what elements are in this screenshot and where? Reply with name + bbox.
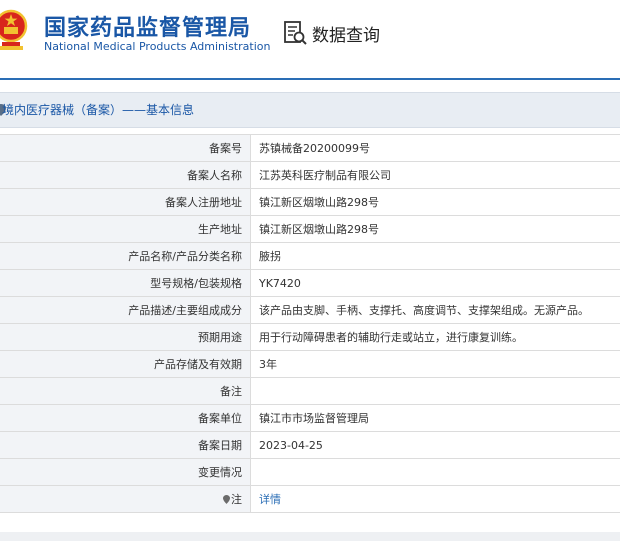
note-label-cell: 注 [0, 485, 251, 513]
table-row: 产品名称/产品分类名称 腋拐 [0, 242, 620, 270]
row-label: 注 [231, 493, 242, 506]
row-value: 该产品由支脚、手柄、支撑托、高度调节、支撑架组成。无源产品。 [250, 296, 620, 324]
row-label: 备案号 [0, 134, 251, 162]
table-row: 备案日期 2023-04-25 [0, 431, 620, 459]
table-row: 变更情况 [0, 458, 620, 486]
data-query-link[interactable]: 数据查询 [282, 18, 380, 48]
row-value: 江苏英科医疗制品有限公司 [250, 161, 620, 189]
footer-strip [0, 532, 620, 541]
row-label: 产品存储及有效期 [0, 350, 251, 378]
table-row: 生产地址 镇江新区烟墩山路298号 [0, 215, 620, 243]
row-value: 2023-04-25 [250, 431, 620, 459]
table-row: 产品描述/主要组成成分 该产品由支脚、手柄、支撑托、高度调节、支撑架组成。无源产… [0, 296, 620, 324]
site-title-cn: 国家药品监督管理局 [44, 16, 252, 41]
location-pin-icon [223, 495, 230, 504]
table-row: 注 详情 [0, 485, 620, 513]
table-row: 备案单位 镇江市市场监督管理局 [0, 404, 620, 432]
row-label: 预期用途 [0, 323, 251, 351]
row-value: 镇江新区烟墩山路298号 [250, 188, 620, 216]
row-value: 镇江市市场监督管理局 [250, 404, 620, 432]
row-value: 镇江新区烟墩山路298号 [250, 215, 620, 243]
row-label: 产品描述/主要组成成分 [0, 296, 251, 324]
row-label: 备案人注册地址 [0, 188, 251, 216]
table-row: 型号规格/包装规格 YK7420 [0, 269, 620, 297]
row-label: 备案日期 [0, 431, 251, 459]
row-label: 型号规格/包装规格 [0, 269, 251, 297]
table-row: 产品存储及有效期 3年 [0, 350, 620, 378]
table-row: 预期用途 用于行动障碍患者的辅助行走或站立，进行康复训练。 [0, 323, 620, 351]
table-row: 备案人名称 江苏英科医疗制品有限公司 [0, 161, 620, 189]
section-title: 境内医疗器械（备案）——基本信息 [2, 103, 195, 117]
table-row: 备案号 苏镇械备20200099号 [0, 134, 620, 162]
row-value: 3年 [250, 350, 620, 378]
row-value: 用于行动障碍患者的辅助行走或站立，进行康复训练。 [250, 323, 620, 351]
record-detail-table: 备案号 苏镇械备20200099号 备案人名称 江苏英科医疗制品有限公司 备案人… [0, 134, 620, 513]
data-query-label: 数据查询 [312, 25, 380, 46]
row-value: 腋拐 [250, 242, 620, 270]
row-label: 备注 [0, 377, 251, 405]
site-header: 国家药品监督管理局 National Medical Products Admi… [0, 0, 620, 80]
row-value [250, 458, 620, 486]
row-label: 产品名称/产品分类名称 [0, 242, 251, 270]
row-value: 苏镇械备20200099号 [250, 134, 620, 162]
table-row: 备注 [0, 377, 620, 405]
table-row: 备案人注册地址 镇江新区烟墩山路298号 [0, 188, 620, 216]
details-link[interactable]: 详情 [250, 485, 620, 513]
document-search-icon [284, 21, 307, 45]
row-label: 备案单位 [0, 404, 251, 432]
site-title-en: National Medical Products Administration [44, 40, 271, 53]
section-heading-bar: 境内医疗器械（备案）——基本信息 [0, 92, 620, 128]
row-label: 备案人名称 [0, 161, 251, 189]
row-label: 生产地址 [0, 215, 251, 243]
row-value: YK7420 [250, 269, 620, 297]
row-label: 变更情况 [0, 458, 251, 486]
row-value [250, 377, 620, 405]
national-emblem-icon [0, 9, 28, 50]
